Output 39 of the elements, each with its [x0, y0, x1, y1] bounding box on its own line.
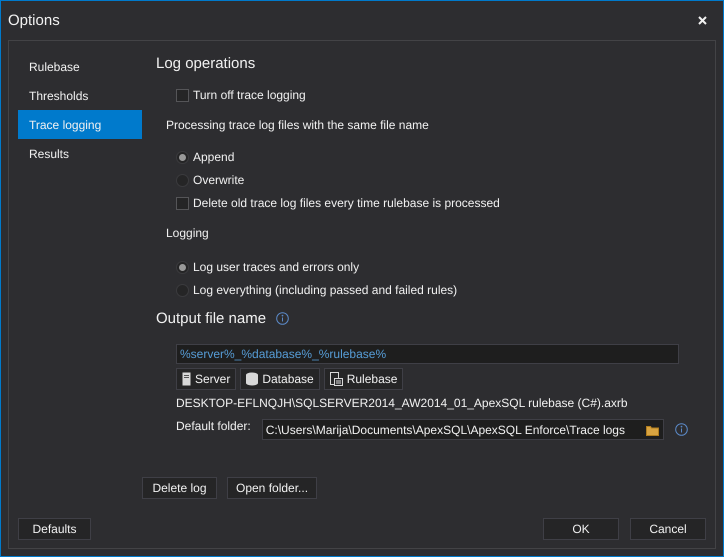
- info-icon[interactable]: [674, 423, 688, 436]
- dialog-button[interactable]: OK: [543, 518, 619, 540]
- section-heading: Output file name: [156, 310, 266, 327]
- radio-label: Overwrite: [193, 173, 244, 187]
- radio-label: Append: [193, 150, 234, 164]
- action-button[interactable]: Open folder...: [227, 477, 318, 499]
- token-button[interactable]: Rulebase: [324, 368, 404, 390]
- file-name-pattern-field[interactable]: %server%_%database%_%rulebase%: [176, 344, 679, 364]
- group-label: Processing trace log files with the same file name: [166, 118, 429, 132]
- defaults-button[interactable]: Defaults: [18, 518, 91, 540]
- checkbox-label: Delete old trace log files every time rulebase is processed: [193, 196, 500, 210]
- token-button[interactable]: Server: [176, 368, 236, 390]
- folder-icon[interactable]: [646, 424, 660, 436]
- group-label: Logging: [166, 226, 209, 240]
- radio-button[interactable]: [176, 260, 189, 274]
- sidebar-item[interactable]: Trace logging: [18, 110, 142, 139]
- close-icon[interactable]: [698, 16, 707, 25]
- radio-button[interactable]: [176, 150, 189, 164]
- default-folder-field[interactable]: C:\Users\Marija\Documents\ApexSQL\ApexSQL Enforce\Trace logs: [262, 419, 664, 440]
- field-label: Default folder:: [176, 419, 251, 433]
- sidebar-item[interactable]: Rulebase: [18, 52, 142, 81]
- window-title: Options: [8, 12, 60, 29]
- server-icon: [182, 372, 191, 386]
- action-button[interactable]: Delete log: [142, 477, 217, 499]
- database-icon: [246, 372, 258, 386]
- sidebar-item[interactable]: Thresholds: [18, 81, 142, 110]
- radio-label: Log everything (including passed and failed rules): [193, 283, 458, 297]
- resolved-file-name: DESKTOP-EFLNQJH\SQLSERVER2014_AW2014_01_ApexSQL rulebase (C#).axrb: [176, 396, 628, 410]
- field-value: C:\Users\Marija\Documents\ApexSQL\ApexSQL Enforce\Trace logs: [266, 422, 625, 436]
- checkbox[interactable]: [176, 88, 189, 102]
- checkbox-label: Turn off trace logging: [193, 88, 306, 102]
- sidebar-item[interactable]: Results: [18, 139, 142, 168]
- document-icon: [330, 372, 343, 386]
- dialog-button[interactable]: Cancel: [630, 518, 706, 540]
- section-heading: Log operations: [156, 55, 256, 72]
- info-icon[interactable]: [276, 312, 290, 325]
- token-button[interactable]: Database: [240, 368, 320, 390]
- checkbox[interactable]: [176, 196, 189, 210]
- radio-label: Log user traces and errors only: [193, 260, 360, 274]
